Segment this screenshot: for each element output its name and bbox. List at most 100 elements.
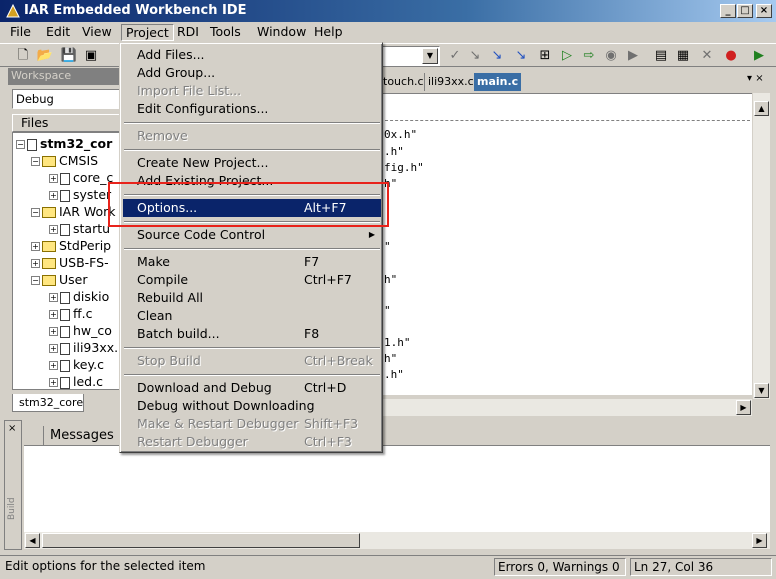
- view-data-icon[interactable]: ▦: [674, 47, 692, 65]
- tree-file[interactable]: + hw_co: [49, 322, 112, 339]
- stop-build-icon[interactable]: ◉: [602, 47, 620, 65]
- close-icon[interactable]: ×: [8, 423, 16, 434]
- menu-make-restart-debugger[interactable]: Make & Restart Debugger Shift+F3: [123, 415, 381, 433]
- tree-folder[interactable]: − User: [31, 271, 88, 288]
- expand-icon[interactable]: +: [49, 361, 58, 370]
- menu-debug-without-downloading[interactable]: Debug without Downloading: [123, 397, 381, 415]
- editor-tab[interactable]: touch.c: [380, 73, 427, 91]
- menu-rebuild-all[interactable]: Rebuild All: [123, 289, 381, 307]
- menu-batch-build[interactable]: Batch build... F8: [123, 325, 381, 343]
- status-column-header[interactable]: [24, 426, 44, 446]
- tab-list-icon[interactable]: ▾ ×: [747, 73, 764, 84]
- collapse-icon[interactable]: −: [16, 140, 25, 149]
- tree-folder[interactable]: + USB-FS-: [31, 254, 109, 271]
- compile-icon[interactable]: ▷: [558, 47, 576, 65]
- scroll-up-icon[interactable]: ▲: [754, 101, 769, 116]
- tree-file[interactable]: + ili93xx.: [49, 339, 118, 356]
- menu-import-file-list[interactable]: Import File List...: [123, 82, 381, 100]
- menu-edit[interactable]: Edit: [42, 24, 74, 41]
- tree-project[interactable]: − stm32_cor: [16, 135, 112, 152]
- close-icon[interactable]: ×: [756, 4, 772, 18]
- code-editor[interactable]: 0x.h" .h" fig.h" h" " h" " 1.h" h" .h": [380, 93, 752, 395]
- tree-file[interactable]: + diskio: [49, 288, 109, 305]
- collapse-icon[interactable]: −: [31, 208, 40, 217]
- menu-source-code-control[interactable]: Source Code Control ▶: [123, 226, 381, 244]
- menu-window[interactable]: Window: [253, 24, 310, 41]
- editor-horizontal-scrollbar[interactable]: ▶: [380, 399, 752, 416]
- menu-add-group[interactable]: Add Group...: [123, 64, 381, 82]
- open-folder-icon[interactable]: 📂: [36, 47, 54, 65]
- make-icon[interactable]: ⇨: [580, 47, 598, 65]
- replace-icon[interactable]: ↘: [512, 47, 530, 65]
- goto-icon[interactable]: ⊞: [536, 47, 554, 65]
- messages-list[interactable]: [24, 446, 770, 534]
- bookmark-next-icon[interactable]: ↘: [466, 47, 484, 65]
- maximize-icon[interactable]: □: [737, 4, 753, 18]
- expand-icon[interactable]: +: [31, 242, 40, 251]
- messages-column-label[interactable]: Messages: [50, 428, 114, 443]
- tree-folder[interactable]: + StdPerip: [31, 237, 111, 254]
- scroll-thumb[interactable]: [42, 533, 360, 548]
- breakpoint-icon[interactable]: ●: [722, 47, 740, 65]
- expand-icon[interactable]: +: [49, 310, 58, 319]
- run-icon[interactable]: ▶: [750, 47, 768, 65]
- tree-file[interactable]: + led.c: [49, 373, 103, 389]
- tree-folder[interactable]: − IAR Work: [31, 203, 116, 220]
- files-column-header[interactable]: Files: [12, 114, 120, 132]
- menu-rdi[interactable]: RDI: [173, 24, 203, 41]
- menu-restart-debugger[interactable]: Restart Debugger Ctrl+F3: [123, 433, 381, 451]
- editor-tab[interactable]: ili93xx.c: [424, 73, 477, 91]
- expand-icon[interactable]: +: [31, 259, 40, 268]
- expand-icon[interactable]: +: [49, 293, 58, 302]
- editor-tab-active[interactable]: main.c: [474, 73, 522, 91]
- menu-project[interactable]: Project: [121, 24, 174, 41]
- menu-help[interactable]: Help: [310, 24, 347, 41]
- menu-compile[interactable]: Compile Ctrl+F7: [123, 271, 381, 289]
- configuration-select[interactable]: Debug: [12, 89, 120, 109]
- tree-file[interactable]: + startu: [49, 220, 110, 237]
- expand-icon[interactable]: +: [49, 174, 58, 183]
- find-icon[interactable]: ↘: [488, 47, 506, 65]
- new-file-icon[interactable]: 🗋: [14, 47, 32, 65]
- menu-download-and-debug[interactable]: Download and Debug Ctrl+D: [123, 379, 381, 397]
- menu-add-files[interactable]: Add Files...: [123, 46, 381, 64]
- find-combo[interactable]: ▼: [380, 46, 440, 66]
- chevron-down-icon[interactable]: ▼: [422, 48, 438, 64]
- scroll-right-icon[interactable]: ▶: [752, 533, 767, 548]
- debug-icon[interactable]: ▶: [624, 47, 642, 65]
- scroll-down-icon[interactable]: ▼: [754, 383, 769, 398]
- collapse-icon[interactable]: −: [31, 276, 40, 285]
- editor-vertical-scrollbar[interactable]: ▲ ▼: [753, 93, 770, 399]
- scroll-right-icon[interactable]: ▶: [736, 400, 751, 415]
- save-all-icon[interactable]: ▣: [82, 47, 100, 65]
- tree-file[interactable]: + core_c: [49, 169, 113, 186]
- menu-file[interactable]: File: [6, 24, 35, 41]
- scroll-left-icon[interactable]: ◀: [25, 533, 40, 548]
- save-icon[interactable]: 💾: [60, 47, 78, 65]
- toggle-bookmark-icon[interactable]: ✓: [446, 47, 464, 65]
- menu-tools[interactable]: Tools: [206, 24, 245, 41]
- menu-edit-configurations[interactable]: Edit Configurations...: [123, 100, 381, 118]
- menu-create-new-project[interactable]: Create New Project...: [123, 154, 381, 172]
- collapse-icon[interactable]: −: [31, 157, 40, 166]
- menu-stop-build[interactable]: Stop Build Ctrl+Break: [123, 352, 381, 370]
- expand-icon[interactable]: +: [49, 225, 58, 234]
- expand-icon[interactable]: +: [49, 191, 58, 200]
- menu-make[interactable]: Make F7: [123, 253, 381, 271]
- tree-file[interactable]: + syster: [49, 186, 111, 203]
- workspace-tab[interactable]: stm32_core: [12, 394, 84, 412]
- view-code-icon[interactable]: ▤: [652, 47, 670, 65]
- expand-icon[interactable]: +: [49, 344, 58, 353]
- breakpoint-list-icon[interactable]: ✕: [698, 47, 716, 65]
- minimize-icon[interactable]: _: [720, 4, 736, 18]
- expand-icon[interactable]: +: [49, 378, 58, 387]
- tree-folder[interactable]: − CMSIS: [31, 152, 98, 169]
- tree-file[interactable]: + key.c: [49, 356, 104, 373]
- menu-view[interactable]: View: [78, 24, 116, 41]
- tree-file[interactable]: + ff.c: [49, 305, 92, 322]
- messages-horizontal-scrollbar[interactable]: ◀ ▶: [24, 532, 770, 549]
- menu-remove[interactable]: Remove: [123, 127, 381, 145]
- file-tree[interactable]: − stm32_cor − CMSIS + core_c + syster − IAR W…: [12, 132, 120, 390]
- expand-icon[interactable]: +: [49, 327, 58, 336]
- menu-clean[interactable]: Clean: [123, 307, 381, 325]
